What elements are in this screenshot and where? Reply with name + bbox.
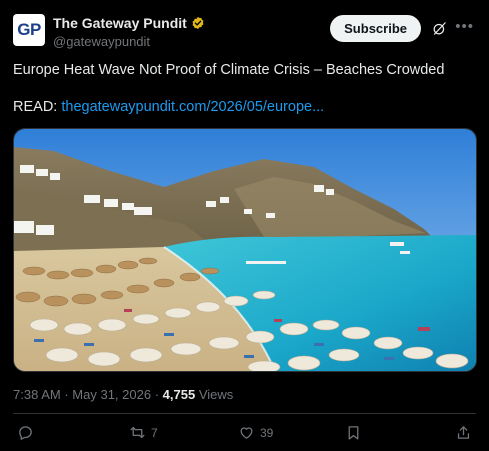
bookmark-button[interactable] [345,424,362,441]
tweet-read-line: READ: thegatewaypundit.com/2026/05/europ… [13,98,476,117]
subscribe-button[interactable]: Subscribe [330,15,421,42]
beach-photo [14,129,476,371]
meta-separator: · [64,387,69,402]
avatar[interactable]: GP [13,14,45,46]
tweet-photo[interactable] [13,128,477,372]
author-handle[interactable]: @gatewaypundit [53,34,205,49]
tweet-meta: 7:38 AM · May 31, 2026 · 4,755 Views [13,387,233,402]
share-button[interactable] [455,424,472,441]
display-name-text: The Gateway Pundit [53,15,187,31]
grok-icon[interactable] [432,21,447,36]
avatar-text: GP [17,20,41,39]
views-label: Views [198,387,234,402]
tweet-line-gap [13,80,476,98]
author-names: The Gateway Pundit @gatewaypundit [53,15,205,49]
tweet-headline: Europe Heat Wave Not Proof of Climate Cr… [13,62,445,78]
article-link[interactable]: thegatewaypundit.com/2026/05/europe... [61,99,324,115]
tweet-header: GP The Gateway Pundit @gatewaypundit Sub… [13,12,477,49]
repost-button[interactable]: 7 [129,424,158,441]
share-icon [457,426,470,439]
more-icon[interactable]: ••• [455,18,474,35]
tweet-date[interactable]: May 31, 2026 [72,387,151,402]
tweet-text: Europe Heat Wave Not Proof of Climate Cr… [13,61,476,117]
author-display-name[interactable]: The Gateway Pundit [53,15,205,31]
divider [13,413,476,414]
tweet-actions: 7 39 [13,424,476,446]
repost-icon [130,426,145,439]
repost-count: 7 [151,425,158,440]
verified-badge-icon [192,16,204,30]
views-count: 4,755 [162,387,196,402]
like-count: 39 [260,425,274,440]
like-button[interactable]: 39 [238,424,273,441]
bookmark-icon [348,426,359,440]
reply-icon [19,426,32,440]
read-label: READ: [13,99,58,115]
meta-separator-2: · [154,387,160,402]
heart-icon [240,427,253,439]
tweet-time[interactable]: 7:38 AM [13,387,61,402]
reply-button[interactable] [17,424,39,441]
